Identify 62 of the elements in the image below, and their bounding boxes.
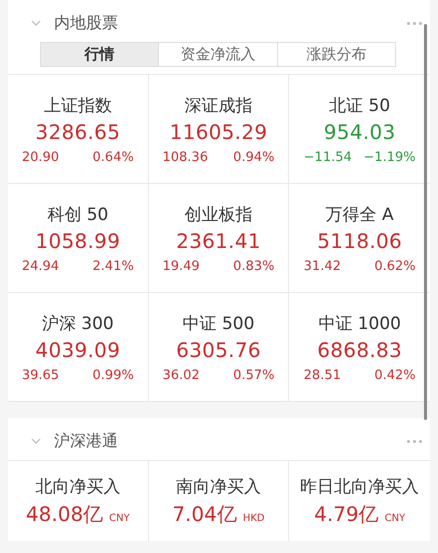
flow-card[interactable]: 北向净买入 48.08亿 CNY <box>8 461 149 541</box>
more-icon[interactable] <box>407 20 422 26</box>
index-card[interactable]: 深证成指 11605.29 108.36 0.94% <box>148 75 290 184</box>
change-value: 31.42 <box>304 258 341 274</box>
currency-label: HKD <box>242 512 265 524</box>
tab[interactable]: 资金净流入 <box>158 43 277 66</box>
change-percent: 0.62% <box>374 258 416 274</box>
change-value: 39.65 <box>22 368 60 382</box>
index-card[interactable]: 科创 50 1058.99 24.94 2.41% <box>8 184 149 293</box>
index-value: 3286.65 <box>35 120 120 144</box>
flow-name: 南向净买入 <box>176 476 261 498</box>
index-name: 上证指数 <box>44 94 112 116</box>
change-percent: 0.83% <box>233 258 274 274</box>
index-name: 创业板指 <box>184 204 252 226</box>
index-name: 北证 50 <box>329 94 390 116</box>
scrollbar[interactable] <box>424 24 427 420</box>
index-value: 5118.06 <box>317 228 402 252</box>
change-percent: 0.57% <box>233 368 274 382</box>
flow-name: 昨日北向净买入 <box>300 476 420 498</box>
more-icon[interactable] <box>407 438 422 444</box>
index-card[interactable]: 创业板指 2361.41 19.49 0.83% <box>148 184 290 293</box>
change-percent: 0.64% <box>92 150 134 164</box>
change-percent: 0.99% <box>92 368 134 382</box>
index-value: 11605.29 <box>170 120 268 144</box>
index-value: 6305.76 <box>176 338 261 362</box>
index-card[interactable]: 上证指数 3286.65 20.90 0.64% <box>8 75 149 184</box>
change-percent: 0.42% <box>374 368 416 382</box>
change-value: 28.51 <box>304 368 341 382</box>
index-name: 科创 50 <box>47 204 108 226</box>
change-value: 108.36 <box>162 150 208 164</box>
change-value: 20.90 <box>22 150 60 164</box>
currency-label: CNY <box>109 512 130 524</box>
change-value: 24.94 <box>22 258 60 274</box>
section-title: 沪深港通 <box>54 430 119 452</box>
change-percent: 0.94% <box>233 150 274 164</box>
index-card[interactable]: 中证 500 6305.76 36.02 0.57% <box>148 293 290 402</box>
flow-amount: 4.79亿 <box>314 500 379 528</box>
change-value: 36.02 <box>162 368 200 382</box>
currency-label: CNY <box>384 512 406 524</box>
index-name: 沪深 300 <box>42 312 114 334</box>
change-percent: −1.19% <box>363 150 416 164</box>
index-value: 954.03 <box>324 120 396 144</box>
flow-amount: 48.08亿 <box>26 500 104 528</box>
index-name: 中证 500 <box>182 312 254 334</box>
change-percent: 2.41% <box>92 258 134 274</box>
index-name: 中证 1000 <box>318 312 401 334</box>
change-value: −11.54 <box>304 150 352 164</box>
flow-card[interactable]: 南向净买入 7.04亿 HKD <box>148 461 290 541</box>
index-card[interactable]: 沪深 300 4039.09 39.65 0.99% <box>8 293 149 402</box>
index-value: 6868.83 <box>317 338 402 362</box>
section-title: 内地股票 <box>54 12 119 34</box>
index-value: 4039.09 <box>35 338 120 362</box>
change-value: 19.49 <box>162 258 200 274</box>
tab[interactable]: 涨跌分布 <box>276 43 395 66</box>
tab[interactable]: 行情 <box>41 43 158 66</box>
index-value: 2361.41 <box>176 228 261 252</box>
flow-name: 北向净买入 <box>35 476 120 498</box>
index-name: 深证成指 <box>184 94 252 116</box>
flow-amount: 7.04亿 <box>172 500 237 528</box>
flow-card[interactable]: 昨日北向净买入 4.79亿 CNY <box>289 461 430 541</box>
index-value: 1058.99 <box>35 228 120 252</box>
index-name: 万得全 A <box>326 204 394 226</box>
